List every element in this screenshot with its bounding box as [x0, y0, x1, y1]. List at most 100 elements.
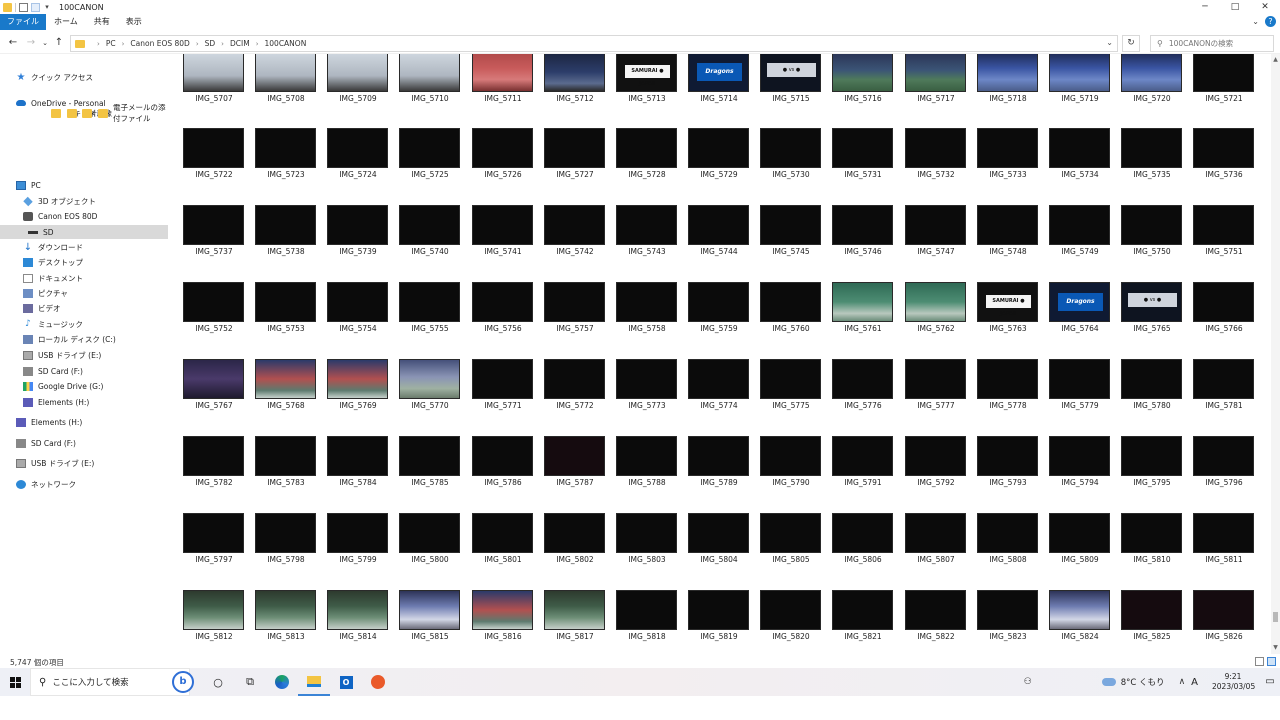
scrollbar-thumb[interactable] — [1273, 612, 1278, 622]
tab-view[interactable]: 表示 — [118, 14, 150, 30]
file-item[interactable]: IMG_5775 — [755, 359, 823, 419]
file-item[interactable]: IMG_5821 — [827, 590, 895, 650]
file-item[interactable]: IMG_5807 — [900, 513, 968, 573]
sidebar-item[interactable]: ネットワーク — [0, 477, 168, 491]
customize-toolbar-chevron-icon[interactable]: ▾ — [43, 3, 51, 12]
file-item[interactable]: IMG_5749 — [1044, 205, 1112, 265]
cortana-icon[interactable]: ○ — [202, 668, 234, 696]
file-item[interactable]: IMG_5768 — [250, 359, 318, 419]
people-icon[interactable]: ⚇ — [1024, 677, 1032, 687]
file-item[interactable]: IMG_5780 — [1116, 359, 1184, 419]
breadcrumb-separator-icon[interactable]: › — [256, 40, 259, 48]
sidebar-item[interactable]: 電子メールの添付ファイル — [0, 103, 168, 123]
file-item[interactable]: IMG_5762 — [900, 282, 968, 342]
tab-home[interactable]: ホーム — [46, 14, 86, 30]
start-button[interactable] — [0, 668, 30, 696]
scroll-down-arrow-icon[interactable]: ▼ — [1271, 644, 1280, 651]
file-item[interactable]: IMG_5774 — [683, 359, 751, 419]
file-item[interactable]: IMG_5743 — [611, 205, 679, 265]
back-arrow-icon[interactable]: ← — [4, 37, 22, 48]
breadcrumb-separator-icon[interactable]: › — [221, 40, 224, 48]
file-item[interactable]: IMG_5755 — [394, 282, 462, 342]
file-item[interactable]: IMG_5817 — [539, 590, 607, 650]
red-app-icon[interactable] — [362, 668, 394, 696]
file-item[interactable]: IMG_5784 — [322, 436, 390, 496]
file-item[interactable]: IMG_5814 — [322, 590, 390, 650]
breadcrumb-separator-icon[interactable]: › — [196, 40, 199, 48]
file-item[interactable]: IMG_5707 — [178, 54, 246, 112]
file-item[interactable]: IMG_5720 — [1116, 54, 1184, 112]
tab-share[interactable]: 共有 — [86, 14, 118, 30]
expand-ribbon-chevron-icon[interactable]: ⌄ — [1252, 17, 1259, 26]
large-icons-view-icon[interactable] — [1267, 657, 1276, 666]
recent-locations-chevron-icon[interactable]: ⌄ — [40, 39, 50, 47]
vertical-scrollbar[interactable]: ▲ ▼ — [1271, 54, 1280, 654]
file-item[interactable]: IMG_5737 — [178, 205, 246, 265]
file-item[interactable]: IMG_5825 — [1116, 590, 1184, 650]
file-item[interactable]: IMG_5760 — [755, 282, 823, 342]
file-item[interactable]: IMG_5799 — [322, 513, 390, 573]
file-item[interactable]: IMG_5818 — [611, 590, 679, 650]
file-item[interactable]: IMG_5726 — [467, 128, 535, 188]
sidebar-item[interactable]: ピクチャ — [0, 286, 168, 300]
breadcrumb-dcim[interactable]: DCIM — [230, 39, 250, 48]
sidebar-item[interactable]: デスクトップ — [0, 255, 168, 269]
file-item[interactable]: IMG_5778 — [972, 359, 1040, 419]
file-item[interactable]: IMG_5788 — [611, 436, 679, 496]
file-item[interactable]: IMG_5751 — [1188, 205, 1256, 265]
properties-icon[interactable] — [19, 2, 28, 12]
sidebar-item[interactable]: ♪ ミュージック — [0, 317, 168, 331]
sidebar-item[interactable]: USB ドライブ (E:) — [0, 348, 168, 362]
file-item[interactable]: IMG_5812 — [178, 590, 246, 650]
sidebar-item[interactable]: Elements (H:) — [0, 415, 168, 429]
sidebar-item[interactable]: ドキュメント — [0, 271, 168, 285]
help-icon[interactable]: ? — [1265, 16, 1276, 27]
file-item[interactable]: IMG_5824 — [1044, 590, 1112, 650]
file-item[interactable]: IMG_5733 — [972, 128, 1040, 188]
file-item[interactable]: IMG_5767 — [178, 359, 246, 419]
file-item[interactable]: IMG_5735 — [1116, 128, 1184, 188]
sidebar-item[interactable]: Google Drive (G:) — [0, 379, 168, 393]
file-item[interactable]: IMG_5802 — [539, 513, 607, 573]
file-item[interactable]: IMG_5716 — [827, 54, 895, 112]
file-item[interactable]: IMG_5742 — [539, 205, 607, 265]
file-item[interactable]: IMG_5791 — [827, 436, 895, 496]
file-item[interactable]: IMG_5721 — [1188, 54, 1256, 112]
file-item[interactable]: IMG_5819 — [683, 590, 751, 650]
file-item[interactable]: IMG_5809 — [1044, 513, 1112, 573]
taskbar-search-box[interactable]: ⚲ ここに入力して検索 — [30, 668, 190, 696]
file-item[interactable]: IMG_5757 — [539, 282, 607, 342]
bing-icon[interactable]: b — [172, 671, 194, 693]
file-item[interactable]: IMG_5798 — [250, 513, 318, 573]
file-item[interactable]: IMG_5782 — [178, 436, 246, 496]
breadcrumb-sd[interactable]: SD — [205, 39, 216, 48]
file-explorer-icon[interactable] — [298, 668, 330, 696]
file-item[interactable]: SAMURAI ● JAPAN IMG_5763 — [972, 282, 1040, 342]
file-item[interactable]: IMG_5744 — [683, 205, 751, 265]
file-item[interactable]: IMG_5810 — [1116, 513, 1184, 573]
outlook-icon[interactable]: O — [330, 668, 362, 696]
refresh-icon[interactable]: ↻ — [1122, 35, 1140, 52]
file-item[interactable]: ● vs ● IMG_5715 — [755, 54, 823, 112]
file-item[interactable]: IMG_5776 — [827, 359, 895, 419]
file-item[interactable]: IMG_5725 — [394, 128, 462, 188]
file-item[interactable]: IMG_5787 — [539, 436, 607, 496]
file-item[interactable]: IMG_5711 — [467, 54, 535, 112]
breadcrumb-pc[interactable]: PC — [106, 39, 116, 48]
file-item[interactable]: IMG_5777 — [900, 359, 968, 419]
file-item[interactable]: IMG_5769 — [322, 359, 390, 419]
sidebar-item[interactable]: ローカル ディスク (C:) — [0, 332, 168, 346]
details-view-icon[interactable] — [1255, 657, 1264, 666]
file-item[interactable]: IMG_5771 — [467, 359, 535, 419]
sidebar-item[interactable]: Elements (H:) — [0, 395, 168, 409]
sidebar-item[interactable]: ↓ ダウンロード — [0, 240, 168, 254]
breadcrumb-separator-icon[interactable]: › — [97, 40, 100, 48]
address-history-chevron-icon[interactable]: ⌄ — [1106, 38, 1113, 47]
file-item[interactable]: IMG_5758 — [611, 282, 679, 342]
file-item[interactable]: IMG_5739 — [322, 205, 390, 265]
sidebar-item[interactable]: SD Card (F:) — [0, 436, 168, 450]
up-arrow-icon[interactable]: ↑ — [50, 37, 68, 48]
file-item[interactable]: IMG_5741 — [467, 205, 535, 265]
file-item[interactable]: IMG_5728 — [611, 128, 679, 188]
file-item[interactable]: IMG_5805 — [755, 513, 823, 573]
